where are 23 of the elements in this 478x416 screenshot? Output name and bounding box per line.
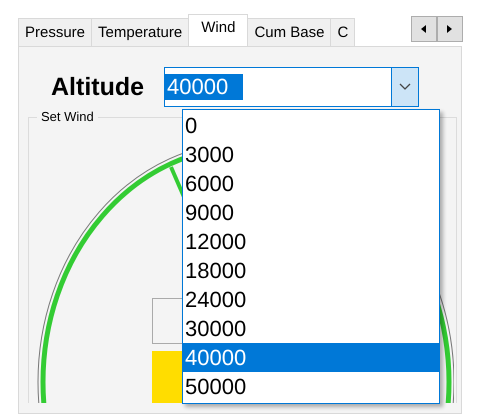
- dropdown-option[interactable]: 40000: [183, 343, 439, 372]
- dropdown-option[interactable]: 9000: [183, 198, 439, 227]
- left-triangle-icon: [421, 25, 427, 33]
- tab[interactable]: Pressure: [18, 18, 92, 46]
- dropdown-option[interactable]: 3000: [183, 140, 439, 169]
- group-title: Set Wind: [37, 109, 98, 124]
- chevron-down-icon: [399, 83, 412, 91]
- right-triangle-icon: [447, 25, 453, 33]
- dropdown-button[interactable]: [391, 68, 418, 106]
- dropdown-option[interactable]: 12000: [183, 227, 439, 256]
- altitude-label: Altitude: [51, 72, 144, 102]
- dropdown-option[interactable]: 50000: [183, 372, 439, 401]
- dropdown-option[interactable]: 18000: [183, 256, 439, 285]
- dropdown-option[interactable]: 0: [183, 111, 439, 140]
- dropdown-option[interactable]: 30000: [183, 314, 439, 343]
- dropdown-option[interactable]: 24000: [183, 285, 439, 314]
- tab[interactable]: Temperature: [91, 18, 190, 46]
- scroll-left-button[interactable]: [411, 16, 437, 42]
- tab[interactable]: C: [330, 18, 356, 46]
- altitude-combo-box[interactable]: 40000: [164, 67, 420, 107]
- tab[interactable]: Cum Base: [247, 18, 332, 46]
- dropdown-option[interactable]: 6000: [183, 169, 439, 198]
- scroll-right-button[interactable]: [437, 16, 463, 42]
